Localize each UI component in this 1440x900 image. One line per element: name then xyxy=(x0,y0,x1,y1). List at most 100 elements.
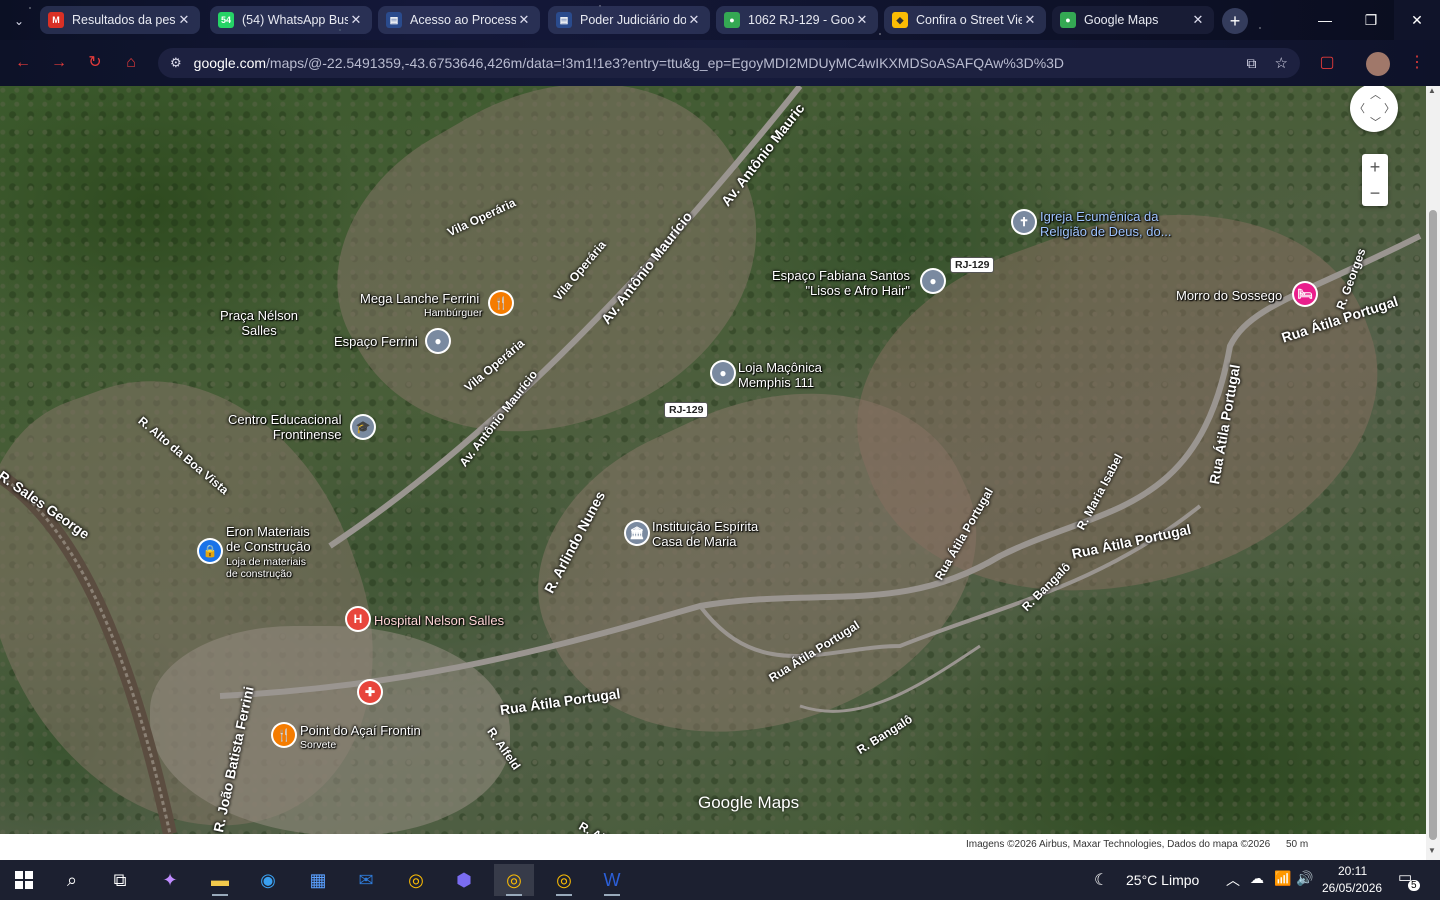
wifi-icon[interactable]: 📶 xyxy=(1274,870,1291,887)
shop-pin-icon[interactable]: 🔒 xyxy=(199,540,221,562)
school-pin-icon[interactable]: 🎓 xyxy=(352,416,374,438)
tab-google-maps-active[interactable]: ● Google Maps ✕ xyxy=(1052,6,1214,34)
restaurant-pin-icon[interactable]: 🍴 xyxy=(490,292,512,314)
close-window-button[interactable]: ✕ xyxy=(1394,0,1440,40)
weather-text[interactable]: 25°C Limpo xyxy=(1126,872,1199,888)
zoom-in-button[interactable]: + xyxy=(1362,154,1388,180)
url-text[interactable]: google.com/maps/@-22.5491359,-43.6753646… xyxy=(194,55,1064,71)
place-label-espaco-ferrini[interactable]: Espaço Ferrini xyxy=(334,334,418,349)
tab-title: 1062 RJ-129 - Google Maps xyxy=(748,13,854,27)
hospital-pin-icon[interactable]: H xyxy=(347,608,369,630)
chrome-icon[interactable]: ◎ xyxy=(396,864,436,896)
place-label-morro-do-sossego[interactable]: Morro do Sossego xyxy=(1176,288,1282,303)
temple-pin-icon[interactable]: 🏛 xyxy=(626,522,648,544)
volume-icon[interactable]: 🔊 xyxy=(1296,870,1313,887)
address-bar[interactable]: ⚙ google.com/maps/@-22.5491359,-43.67536… xyxy=(158,48,1300,78)
place-pin-icon[interactable]: ● xyxy=(922,270,944,292)
tab-acesso-processo[interactable]: ▤ Acesso ao Processo ✕ xyxy=(378,6,540,34)
tab-rj129-maps[interactable]: ● 1062 RJ-129 - Google Maps ✕ xyxy=(716,6,878,34)
route-shield: RJ-129 xyxy=(950,257,995,273)
scroll-up-arrow-icon[interactable]: ▲ xyxy=(1428,86,1436,95)
chevron-right-icon[interactable]: 〉 xyxy=(1384,100,1395,116)
tab-title: (54) WhatsApp Business xyxy=(242,13,348,27)
attribution-text[interactable]: Imagens ©2026 Airbus, Maxar Technologies… xyxy=(966,839,1270,850)
place-label-mega-lanche[interactable]: Mega Lanche Ferrini xyxy=(360,291,479,306)
satellite-map[interactable]: RJ-129 RJ-129 Vila Operária Vila Operári… xyxy=(0,86,1426,834)
clock-time[interactable]: 20:11 xyxy=(1338,864,1367,878)
minimize-button[interactable]: — xyxy=(1302,0,1348,40)
close-icon[interactable]: ✕ xyxy=(516,12,532,28)
church-pin-icon[interactable]: ✝ xyxy=(1013,211,1035,233)
restore-button[interactable]: ❐ xyxy=(1348,0,1394,40)
install-app-icon[interactable]: ⧉ xyxy=(1247,55,1257,72)
place-pin-icon[interactable]: ● xyxy=(712,362,734,384)
close-icon[interactable]: ✕ xyxy=(1190,12,1206,28)
tab-whatsapp[interactable]: 54 (54) WhatsApp Business ✕ xyxy=(210,6,372,34)
new-tab-button[interactable]: + xyxy=(1222,8,1248,34)
close-icon[interactable]: ✕ xyxy=(1022,12,1038,28)
tab-search-button[interactable]: ⌄ xyxy=(8,10,30,32)
tab-street-view[interactable]: ◆ Confira o Street View ✕ xyxy=(884,6,1046,34)
file-explorer-icon[interactable]: ▬ xyxy=(200,864,240,896)
close-icon[interactable]: ✕ xyxy=(854,12,870,28)
zoom-out-button[interactable]: − xyxy=(1362,180,1388,206)
place-label-hospital[interactable]: Hospital Nelson Salles xyxy=(374,613,504,628)
maps-pin-icon: ● xyxy=(1060,12,1076,28)
back-arrow-icon[interactable]: ← xyxy=(10,50,36,76)
place-pin-icon[interactable]: ● xyxy=(427,330,449,352)
copilot-icon[interactable]: ✦ xyxy=(150,864,190,896)
word-icon[interactable]: W xyxy=(592,864,632,896)
chrome-window-icon[interactable]: ◎ xyxy=(544,864,584,896)
clock-date[interactable]: 26/05/2026 xyxy=(1322,881,1382,895)
whatsapp-icon: 54 xyxy=(218,12,234,28)
chrome-profile-icon[interactable]: ◎ xyxy=(494,864,534,896)
place-category: Loja de materiais de construção xyxy=(226,556,306,580)
avatar[interactable] xyxy=(1366,52,1390,76)
tab-poder-judiciario[interactable]: ▤ Poder Judiciário do Estado ✕ xyxy=(548,6,710,34)
forward-arrow-icon[interactable]: → xyxy=(46,50,72,76)
chevron-up-icon[interactable]: ︿ xyxy=(1370,86,1381,102)
app-icon[interactable]: ⬢ xyxy=(444,864,484,896)
menu-kebab-icon[interactable]: ⋮ xyxy=(1404,50,1430,76)
scale-bar[interactable]: 50 m xyxy=(1286,839,1308,850)
place-label-praca-nelson-salles[interactable]: Praça Nélson Salles xyxy=(220,308,298,338)
home-icon[interactable]: ⌂ xyxy=(118,50,144,76)
edge-icon[interactable]: ◉ xyxy=(248,864,288,896)
hotel-pin-icon[interactable]: 🛏 xyxy=(1294,283,1316,305)
extension-icon[interactable]: ▢ xyxy=(1314,50,1340,76)
close-icon[interactable]: ✕ xyxy=(348,12,364,28)
place-label-centro-educacional[interactable]: Centro Educacional Frontinense xyxy=(228,412,341,442)
rotate-map-control[interactable]: ︿ ﹀ 〈 〉 xyxy=(1350,86,1398,132)
weather-icon[interactable]: ☾ xyxy=(1094,870,1108,890)
document-icon: ▤ xyxy=(386,12,402,28)
chevron-left-icon[interactable]: 〈 xyxy=(1354,100,1365,116)
windows-start-icon[interactable] xyxy=(4,864,44,896)
restaurant-pin-icon[interactable]: 🍴 xyxy=(273,724,295,746)
hospital-cross-pin-icon[interactable]: ✚ xyxy=(359,681,381,703)
outlook-icon[interactable]: ✉ xyxy=(346,864,386,896)
close-icon[interactable]: ✕ xyxy=(176,12,192,28)
cloud-offline-icon[interactable]: ☁ xyxy=(1250,870,1264,887)
windows-taskbar: ⌕ ⧉ ✦ ▬ ◉ ▦ ✉ ◎ ⬢ ◎ ◎ W ☾ 25°C Limpo ︿ ☁… xyxy=(0,860,1440,900)
close-icon[interactable]: ✕ xyxy=(686,12,702,28)
store-icon[interactable]: ▦ xyxy=(298,864,338,896)
notification-badge: 5 xyxy=(1408,880,1420,891)
place-label-casa-de-maria[interactable]: Instituição Espírita Casa de Maria xyxy=(652,519,758,549)
place-label-point-acai[interactable]: Point do Açaí Frontin xyxy=(300,723,421,738)
reload-icon[interactable]: ↻ xyxy=(82,50,108,76)
place-label-igreja-ecumenica[interactable]: Igreja Ecumênica da Religião de Deus, do… xyxy=(1040,209,1172,239)
place-label-eron-materiais[interactable]: Eron Materiais de Construção xyxy=(226,524,311,554)
site-info-icon[interactable]: ⚙ xyxy=(170,55,182,71)
zoom-control: + − xyxy=(1362,154,1388,206)
document-icon: ▤ xyxy=(556,12,572,28)
scrollbar-thumb[interactable] xyxy=(1429,210,1437,840)
place-label-espaco-fabiana[interactable]: Espaço Fabiana Santos "Lisos e Afro Hair… xyxy=(772,268,910,298)
task-view-icon[interactable]: ⧉ xyxy=(100,864,140,896)
search-icon[interactable]: ⌕ xyxy=(52,864,92,896)
chevron-up-icon[interactable]: ︿ xyxy=(1226,870,1240,890)
chevron-down-icon[interactable]: ﹀ xyxy=(1370,114,1381,130)
place-label-loja-maconica[interactable]: Loja Maçônica Memphis 111 xyxy=(738,360,822,390)
bookmark-star-icon[interactable]: ☆ xyxy=(1275,54,1288,72)
scroll-down-arrow-icon[interactable]: ▼ xyxy=(1428,846,1436,855)
tab-gmail[interactable]: M Resultados da pesquisa ✕ xyxy=(40,6,200,34)
